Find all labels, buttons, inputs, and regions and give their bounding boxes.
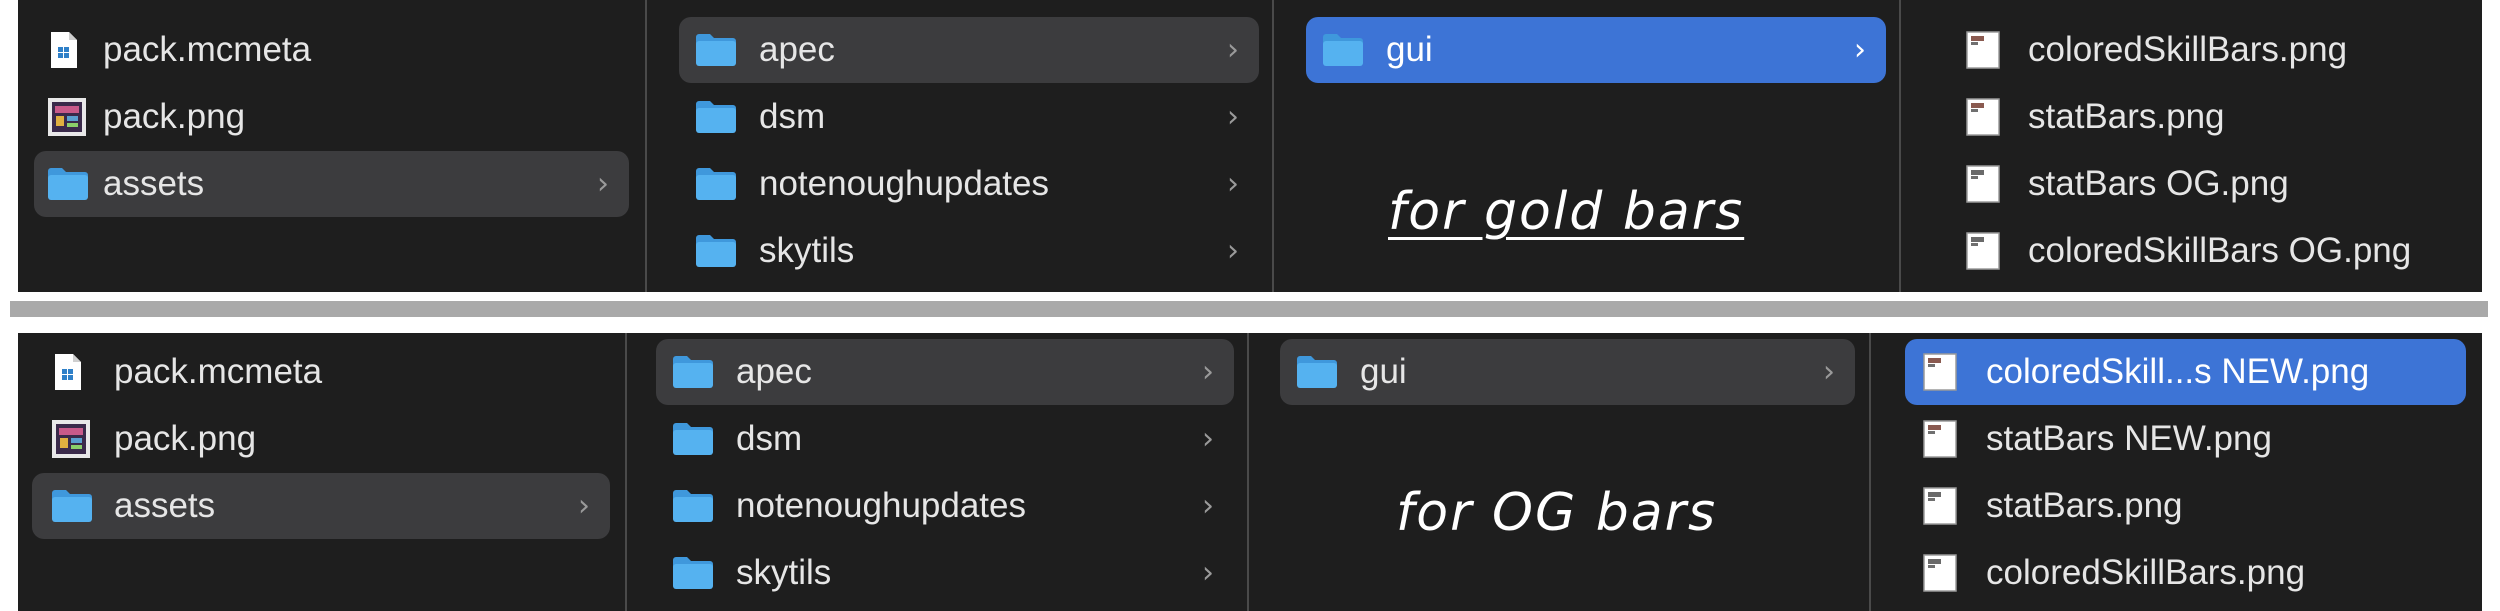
folder-row-dsm[interactable]: dsm › [679, 84, 1259, 150]
file-row-statbars-og-png[interactable]: statBars OG.png [1932, 151, 2467, 217]
file-row-statbars-new-png[interactable]: statBars NEW.png [1905, 406, 2466, 472]
chevron-right-icon: › [578, 488, 590, 524]
file-row-coloredskillbars-png[interactable]: coloredSkillBars.png [1905, 540, 2466, 606]
png-file-icon [1923, 554, 1957, 592]
finder-panel-bottom: pack.mcmeta pack.png assets › apec › dsm… [18, 333, 2482, 611]
folder-icon [694, 233, 738, 269]
folder-icon [671, 354, 715, 390]
chevron-right-icon: › [1227, 32, 1239, 68]
png-file-icon [1923, 420, 1957, 458]
folder-name-label: apec [759, 30, 835, 69]
file-name-label: coloredSkillBars OG.png [2028, 231, 2412, 270]
file-name-label: pack.mcmeta [114, 352, 323, 391]
folder-icon [694, 32, 738, 68]
file-name-label: pack.mcmeta [103, 30, 312, 69]
folder-name-label: assets [103, 164, 205, 203]
file-row-coloredskillbars-png[interactable]: coloredSkillBars.png [1932, 17, 2467, 83]
png-file-icon [1966, 232, 2000, 270]
folder-name-label: dsm [736, 419, 803, 458]
file-name-label: coloredSkill...s NEW.png [1986, 352, 2370, 391]
folder-icon [46, 166, 90, 202]
column-separator[interactable] [625, 333, 627, 611]
folder-name-label: skytils [736, 553, 832, 592]
folder-row-dsm[interactable]: dsm › [656, 406, 1234, 472]
folder-icon [671, 421, 715, 457]
folder-row-apec[interactable]: apec › [679, 17, 1259, 83]
chevron-right-icon: › [1227, 233, 1239, 269]
file-row-pack-mcmeta[interactable]: pack.mcmeta [32, 339, 610, 405]
file-name-label: statBars NEW.png [1986, 419, 2272, 458]
folder-row-skytils[interactable]: skytils › [679, 218, 1259, 284]
folder-row-skytils[interactable]: skytils › [656, 540, 1234, 606]
folder-name-label: notenoughupdates [736, 486, 1026, 525]
folder-icon [694, 99, 738, 135]
folder-name-label: skytils [759, 231, 855, 270]
folder-icon [1295, 354, 1339, 390]
chevron-right-icon: › [1823, 354, 1835, 390]
file-row-statbars-png[interactable]: statBars.png [1932, 84, 2467, 150]
file-name-label: pack.png [114, 419, 257, 458]
folder-row-gui[interactable]: gui › [1280, 339, 1855, 405]
file-row-coloredskillbars-og-png[interactable]: coloredSkillBars OG.png [1932, 218, 2467, 284]
folder-row-assets[interactable]: assets › [32, 473, 610, 539]
folder-icon [50, 488, 94, 524]
file-row-pack-png[interactable]: pack.png [34, 84, 629, 150]
folder-name-label: gui [1360, 352, 1407, 391]
folder-icon [671, 555, 715, 591]
chevron-right-icon: › [1202, 421, 1214, 457]
chevron-right-icon: › [1227, 166, 1239, 202]
file-name-label: statBars.png [2028, 97, 2225, 136]
png-file-icon [1966, 98, 2000, 136]
folder-icon [694, 166, 738, 202]
column-separator[interactable] [1899, 0, 1901, 292]
file-name-label: pack.png [103, 97, 246, 136]
finder-panel-top: pack.mcmeta pack.png assets › apec › dsm… [18, 0, 2482, 292]
file-row-pack-png[interactable]: pack.png [32, 406, 610, 472]
file-row-statbars-png[interactable]: statBars.png [1905, 473, 2466, 539]
png-image-file-icon [51, 419, 91, 459]
png-file-icon [1923, 353, 1957, 391]
folder-name-label: assets [114, 486, 216, 525]
folder-name-label: dsm [759, 97, 826, 136]
folder-row-assets[interactable]: assets › [34, 151, 629, 217]
chevron-right-icon: › [597, 166, 609, 202]
folder-row-notenoughupdates[interactable]: notenoughupdates › [679, 151, 1259, 217]
divider-bar [10, 301, 2488, 317]
chevron-right-icon: › [1202, 555, 1214, 591]
chevron-right-icon: › [1202, 488, 1214, 524]
annotation-note: for gold bars [1388, 182, 1745, 242]
folder-row-apec[interactable]: apec › [656, 339, 1234, 405]
folder-icon [1321, 32, 1365, 68]
column-separator[interactable] [1272, 0, 1274, 292]
png-file-icon [1966, 165, 2000, 203]
file-row-pack-mcmeta[interactable]: pack.mcmeta [34, 17, 629, 83]
mcmeta-file-icon [54, 353, 82, 391]
mcmeta-file-icon [50, 31, 78, 69]
folder-name-label: notenoughupdates [759, 164, 1049, 203]
file-row-coloredskillbars-new-png[interactable]: coloredSkill...s NEW.png [1905, 339, 2466, 405]
folder-row-gui[interactable]: gui › [1306, 17, 1886, 83]
folder-name-label: apec [736, 352, 812, 391]
folder-icon [671, 488, 715, 524]
column-separator[interactable] [1869, 333, 1871, 611]
png-file-icon [1966, 31, 2000, 69]
file-name-label: statBars.png [1986, 486, 2183, 525]
annotation-note: for OG bars [1396, 483, 1718, 543]
png-file-icon [1923, 487, 1957, 525]
folder-row-notenoughupdates[interactable]: notenoughupdates › [656, 473, 1234, 539]
chevron-right-icon: › [1202, 354, 1214, 390]
file-name-label: coloredSkillBars.png [1986, 553, 2306, 592]
folder-name-label: gui [1386, 30, 1433, 69]
file-name-label: statBars OG.png [2028, 164, 2289, 203]
column-separator[interactable] [1247, 333, 1249, 611]
column-separator[interactable] [645, 0, 647, 292]
chevron-right-icon: › [1227, 99, 1239, 135]
file-name-label: coloredSkillBars.png [2028, 30, 2348, 69]
chevron-right-icon: › [1854, 32, 1866, 68]
png-image-file-icon [47, 97, 87, 137]
